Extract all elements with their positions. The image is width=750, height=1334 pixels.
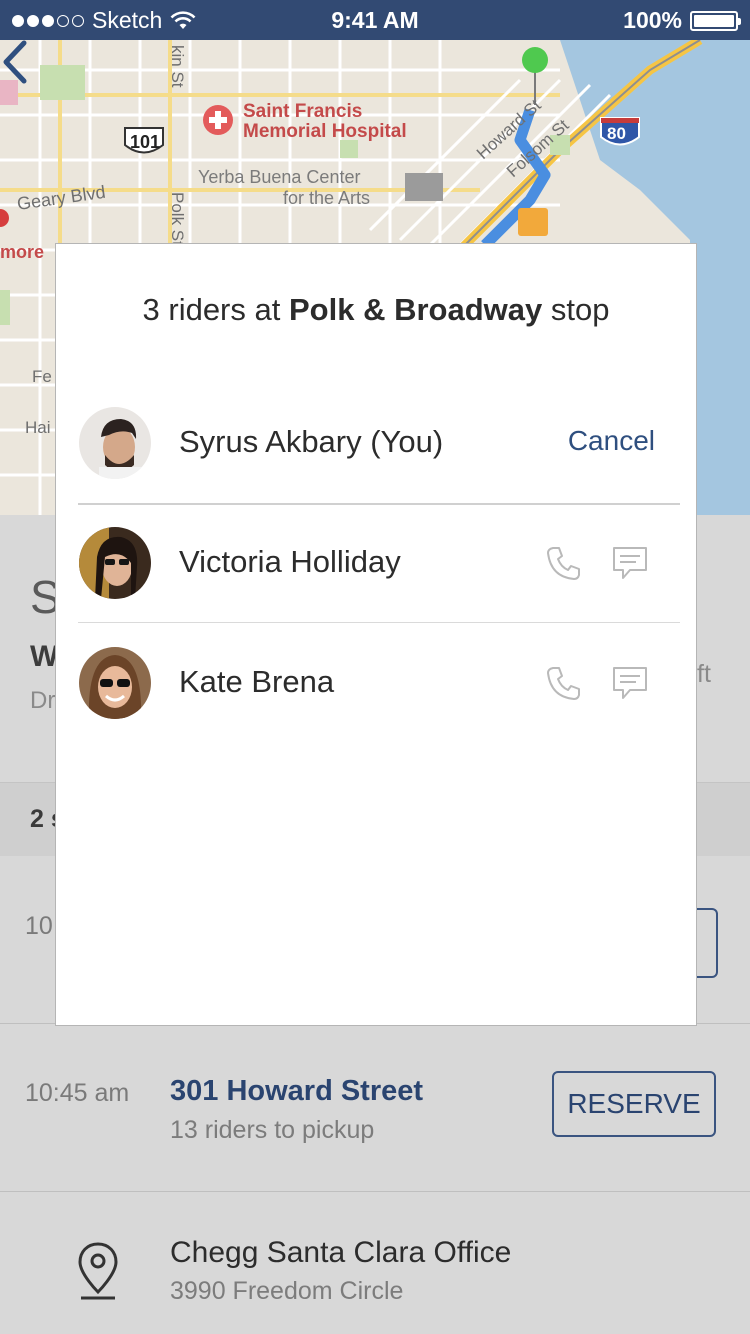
riders-modal: 3 riders at Polk & Broadway stop Syrus A… bbox=[55, 243, 697, 1026]
location-pin-icon bbox=[78, 1242, 118, 1300]
rider-name: Victoria Holliday bbox=[179, 544, 401, 579]
stop-subtitle: 13 riders to pickup bbox=[170, 1116, 375, 1144]
svg-text:Polk St: Polk St bbox=[168, 192, 187, 246]
destination-row[interactable]: Chegg Santa Clara Office 3990 Freedom Ci… bbox=[0, 1192, 750, 1334]
avatar bbox=[79, 407, 151, 479]
summary-driver-partial: Dr bbox=[30, 687, 56, 714]
stop-row-2[interactable]: 10:45 am 301 Howard Street 13 riders to … bbox=[0, 1024, 750, 1192]
destination-title: Chegg Santa Clara Office bbox=[170, 1236, 512, 1269]
battery-percent: 100% bbox=[623, 7, 682, 33]
message-icon[interactable] bbox=[610, 543, 650, 583]
rider-row: Kate Brena bbox=[56, 625, 696, 743]
battery-info: 100% bbox=[623, 7, 741, 34]
destination-address: 3990 Freedom Circle bbox=[170, 1277, 404, 1305]
cancel-button[interactable]: Cancel bbox=[568, 425, 655, 457]
svg-text:for the Arts: for the Arts bbox=[283, 188, 370, 208]
phone-icon[interactable] bbox=[544, 543, 584, 583]
svg-text:Yerba Buena Center: Yerba Buena Center bbox=[198, 167, 360, 187]
svg-text:Hai: Hai bbox=[25, 418, 51, 437]
svg-text:more: more bbox=[0, 242, 44, 262]
rider-row: Victoria Holliday bbox=[56, 505, 696, 623]
svg-text:Memorial Hospital: Memorial Hospital bbox=[243, 121, 407, 142]
heading-suffix: stop bbox=[550, 292, 610, 327]
stop-title[interactable]: 301 Howard Street bbox=[170, 1075, 423, 1108]
heading-count: 3 riders at bbox=[142, 292, 281, 327]
rider-name: Syrus Akbary (You) bbox=[179, 424, 444, 459]
battery-icon bbox=[690, 10, 741, 31]
status-bar: Sketch 9:41 AM 100% bbox=[0, 0, 750, 40]
svg-text:Fe: Fe bbox=[32, 367, 52, 386]
back-chevron-icon[interactable] bbox=[0, 40, 30, 84]
rider-name: Kate Brena bbox=[179, 664, 335, 699]
svg-text:101: 101 bbox=[130, 132, 160, 152]
modal-heading: 3 riders at Polk & Broadway stop bbox=[56, 292, 696, 328]
avatar bbox=[79, 647, 151, 719]
avatar bbox=[79, 527, 151, 599]
stop-time: 10:45 am bbox=[25, 1079, 130, 1107]
divider bbox=[78, 622, 680, 623]
rider-row-self: Syrus Akbary (You) Cancel bbox=[56, 385, 696, 503]
phone-icon[interactable] bbox=[544, 663, 584, 703]
stop-1-time-partial: 10 bbox=[25, 912, 53, 940]
reserve-button[interactable]: RESERVE bbox=[552, 1071, 716, 1137]
heading-stop-name: Polk & Broadway bbox=[288, 292, 543, 327]
svg-text:80: 80 bbox=[607, 124, 626, 143]
svg-text:Saint Francis: Saint Francis bbox=[243, 101, 362, 122]
svg-text:kin St: kin St bbox=[168, 45, 187, 88]
message-icon[interactable] bbox=[610, 663, 650, 703]
summary-right-partial: ft bbox=[697, 660, 711, 688]
